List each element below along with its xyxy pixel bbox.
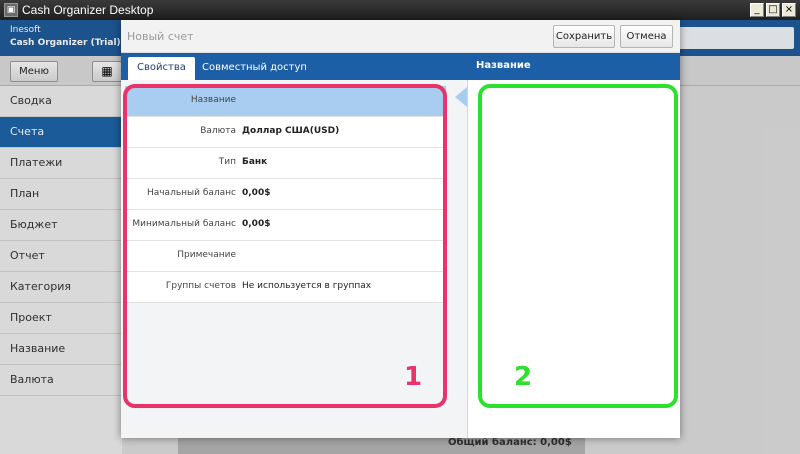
annotation-number-2: 2 xyxy=(514,362,533,392)
dialog-tabs: Свойства Совместный доступ xyxy=(121,53,468,80)
cancel-button[interactable]: Отмена xyxy=(620,25,673,48)
minimize-icon[interactable]: _ xyxy=(750,3,764,17)
window-title-bar: ▣ Cash Organizer Desktop _ □ × xyxy=(0,0,800,20)
selection-pointer-icon xyxy=(455,87,467,107)
right-panel-title: Название xyxy=(476,60,531,71)
save-button[interactable]: Сохранить xyxy=(553,25,615,48)
tab-sharing[interactable]: Совместный доступ xyxy=(193,57,316,80)
annotation-number-1: 1 xyxy=(404,362,423,392)
dialog-title: Новый счет xyxy=(127,30,194,43)
close-icon[interactable]: × xyxy=(782,3,796,17)
right-panel-header: Название xyxy=(468,53,680,80)
app-icon[interactable]: ▣ xyxy=(4,3,18,17)
tab-properties[interactable]: Свойства xyxy=(128,57,195,80)
dialog-header: Новый счет Сохранить Отмена xyxy=(121,20,680,53)
annotation-box-1 xyxy=(123,84,447,408)
window-title: Cash Organizer Desktop xyxy=(22,3,154,17)
maximize-icon[interactable]: □ xyxy=(766,3,780,17)
annotation-box-2 xyxy=(478,84,678,408)
